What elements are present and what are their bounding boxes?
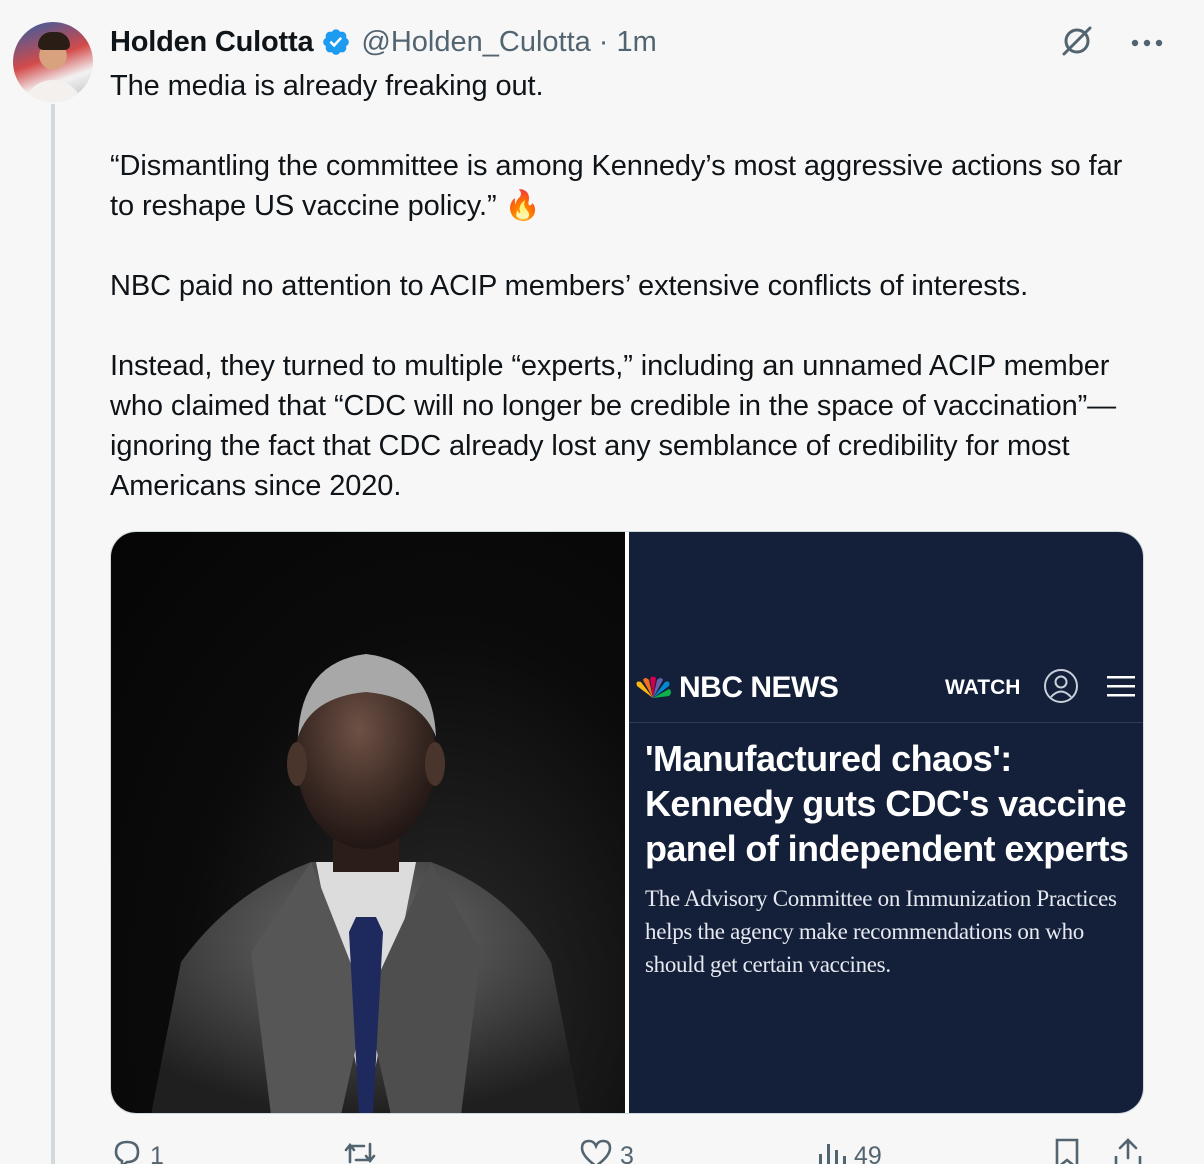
nbc-peacock-icon: NBC NEWS bbox=[633, 671, 839, 705]
top-right-actions bbox=[1060, 24, 1164, 63]
bookmark-button[interactable] bbox=[1052, 1136, 1082, 1164]
avatar-hair bbox=[38, 32, 70, 50]
nbc-news-logo-text: NBC NEWS bbox=[679, 671, 839, 704]
author-avatar[interactable] bbox=[13, 22, 93, 102]
photo-illustration bbox=[151, 654, 581, 1113]
tweet[interactable]: Holden Culotta @Holden_Culotta · 1m The … bbox=[0, 0, 1204, 1164]
like-icon bbox=[578, 1136, 614, 1164]
author-handle[interactable]: @Holden_Culotta bbox=[361, 26, 590, 59]
post-timestamp[interactable]: · 1m bbox=[599, 26, 657, 59]
views-count: 49 bbox=[854, 1142, 882, 1164]
tweet-header: Holden Culotta @Holden_Culotta · 1m bbox=[110, 22, 657, 62]
media-grid[interactable]: NBC NEWS WATCH 'Manufactured chaos': Ken… bbox=[110, 531, 1144, 1114]
nbc-account-icon bbox=[1043, 668, 1079, 709]
share-button[interactable] bbox=[1112, 1136, 1144, 1164]
verified-badge-icon[interactable] bbox=[321, 27, 351, 57]
photo-man-in-suit[interactable] bbox=[111, 532, 625, 1113]
like-count: 3 bbox=[620, 1142, 634, 1164]
reply-icon bbox=[110, 1136, 144, 1164]
repost-button[interactable] bbox=[342, 1136, 384, 1164]
nbc-article-dek: The Advisory Committee on Immunization P… bbox=[645, 886, 1117, 977]
nbc-watch-label: WATCH bbox=[945, 676, 1021, 699]
nbc-article-screenshot[interactable]: NBC NEWS WATCH 'Manufactured chaos': Ken… bbox=[629, 532, 1143, 1113]
more-icon[interactable] bbox=[1130, 35, 1164, 53]
avatar-shirt bbox=[23, 80, 83, 102]
like-button[interactable]: 3 bbox=[578, 1136, 634, 1164]
reply-count: 1 bbox=[150, 1142, 164, 1164]
nbc-header-bar: NBC NEWS WATCH bbox=[629, 652, 1143, 724]
repost-icon bbox=[342, 1136, 378, 1164]
grok-icon[interactable] bbox=[1060, 24, 1094, 63]
tweet-text: The media is already freaking out. “Dism… bbox=[110, 70, 1123, 502]
views-button[interactable]: 49 bbox=[816, 1136, 882, 1164]
share-icon bbox=[1112, 1136, 1144, 1164]
nbc-header-divider bbox=[629, 722, 1143, 723]
thread-connector-line bbox=[51, 104, 55, 1164]
action-bar: 1 3 49 bbox=[110, 1136, 1150, 1164]
nbc-article-headline: 'Manufactured chaos': Kennedy guts CDC's… bbox=[645, 738, 1129, 869]
bookmark-icon bbox=[1052, 1136, 1082, 1164]
author-name[interactable]: Holden Culotta bbox=[110, 26, 314, 59]
reply-button[interactable]: 1 bbox=[110, 1136, 164, 1164]
views-icon bbox=[816, 1136, 848, 1164]
nbc-menu-icon bbox=[1107, 674, 1135, 703]
